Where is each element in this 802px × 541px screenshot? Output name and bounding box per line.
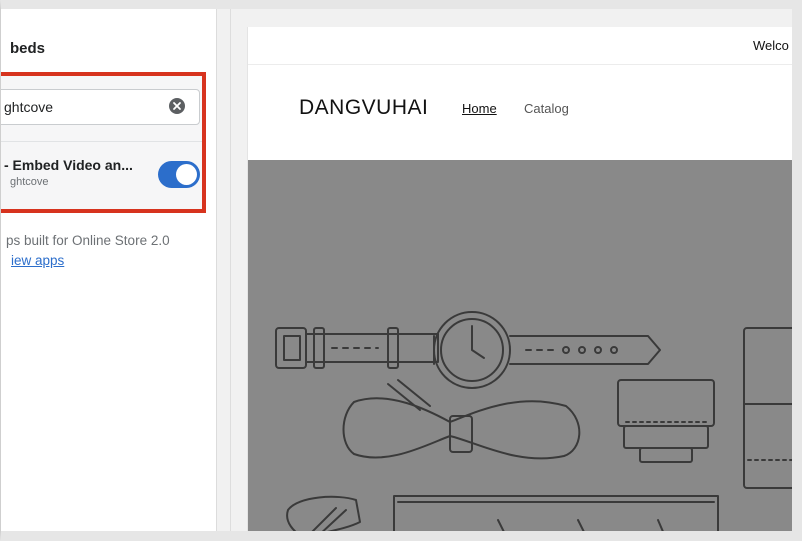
nav-home-link[interactable]: Home (462, 101, 497, 116)
app-embed-toggle[interactable] (158, 161, 200, 188)
watch-illustration (433, 311, 661, 389)
announcement-bar: Welco (248, 27, 792, 65)
view-apps-link[interactable]: iew apps (11, 253, 64, 268)
store-preview: Welco DANGVUHAI Home Catalog (247, 27, 792, 531)
store-header: DANGVUHAI Home Catalog (248, 65, 792, 160)
hero-image-placeholder (248, 160, 792, 531)
announcement-text: Welco (753, 38, 789, 53)
notebook-illustration (393, 495, 719, 531)
lens-illustration (617, 379, 715, 463)
info-text: ps built for Online Store 2.0 (6, 233, 170, 248)
app-embed-vendor: ghtcove (10, 176, 49, 188)
camera-lens-tall-illustration (743, 327, 792, 489)
toggle-knob (176, 164, 197, 185)
bowtie-illustration (342, 379, 581, 460)
clear-icon[interactable] (168, 97, 186, 115)
belt-illustration (275, 327, 439, 369)
store-logo[interactable]: DANGVUHAI (299, 96, 428, 120)
screenshot-frame: beds - Embed Video an... ghtcove ps buil… (0, 0, 802, 541)
hero-illustration (275, 311, 792, 531)
divider (1, 141, 202, 142)
app-embeds-panel: beds - Embed Video an... ghtcove ps buil… (1, 9, 217, 531)
app-embed-name: - Embed Video an... (4, 157, 133, 173)
nav-catalog-link[interactable]: Catalog (524, 101, 569, 116)
hat-illustration (286, 495, 361, 531)
preview-gutter (217, 9, 231, 531)
panel-title: beds (10, 40, 46, 57)
search-input[interactable] (2, 90, 152, 124)
app-embeds-panel-clip: beds - Embed Video an... ghtcove ps buil… (1, 9, 217, 531)
